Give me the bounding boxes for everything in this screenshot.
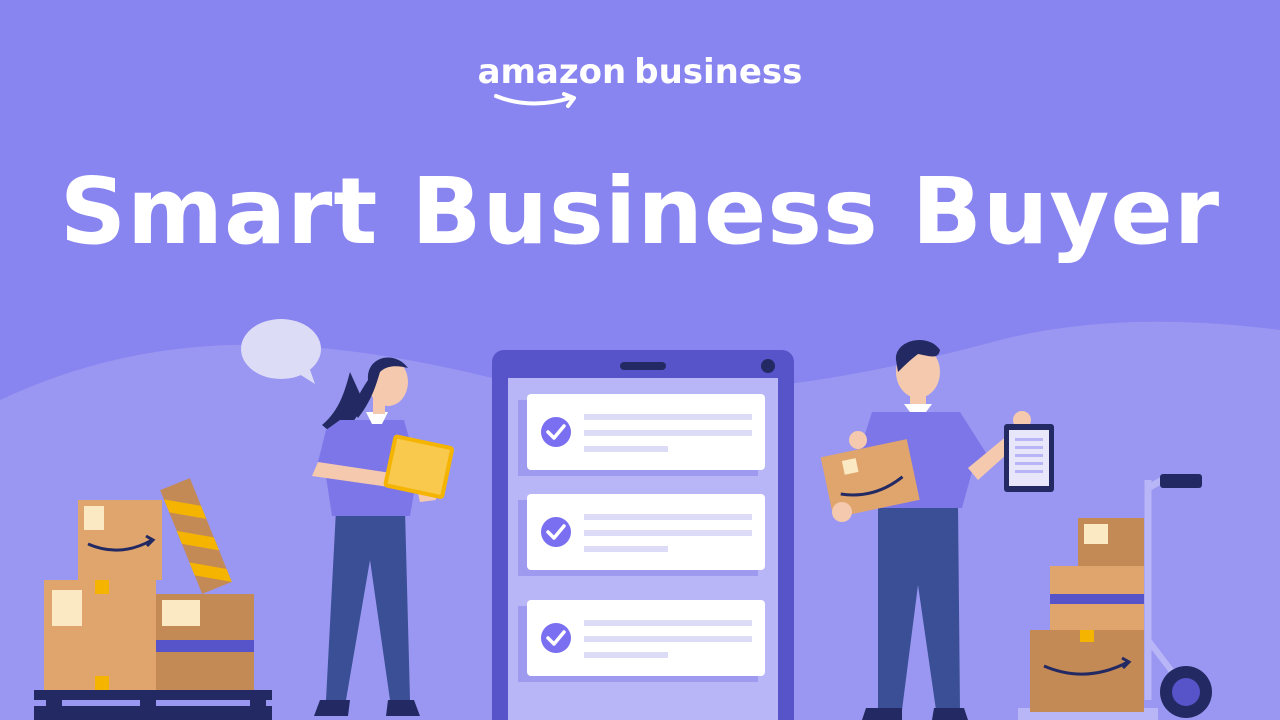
checklist-line [584,546,668,552]
checklist-line [584,430,752,436]
amazon-business-logo: amazon business [0,52,1280,92]
checklist-line [584,652,668,658]
checklist-line [584,446,668,452]
page-title: Smart Business Buyer [59,158,1221,265]
checklist-line [584,636,752,642]
amazon-smile-icon [494,92,576,108]
checklist-card [518,494,765,576]
checkmark-icon [541,417,571,447]
checklist-card [518,394,765,476]
checklist-card [518,600,765,682]
checklist-line [584,414,752,420]
checkmark-icon [541,517,571,547]
illustration-scene [0,319,1280,720]
logo-word-amazon: amazon [477,52,627,92]
checkmark-icon [541,623,571,653]
logo-word-business: business [634,52,803,92]
checklist-line [584,620,752,626]
checklist-line [584,530,752,536]
checklist-line [584,514,752,520]
checklist [518,394,765,682]
